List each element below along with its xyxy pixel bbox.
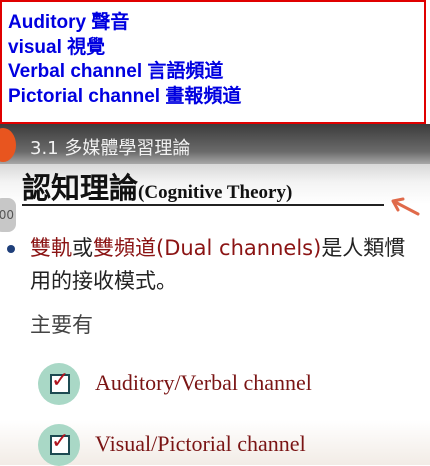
glossary-line-verbal: Verbal channel 言語頻道 — [8, 61, 224, 82]
slide-title: 認知理論(Cognitive Theory) — [22, 165, 292, 207]
glossary-line-visual: visual 視覺 — [8, 36, 106, 58]
side-chip: 00 — [0, 198, 16, 232]
glossary-line-auditory: Auditory 聲音 — [8, 12, 130, 33]
title-underline — [22, 204, 384, 206]
sub-label: 主要有 — [30, 313, 93, 337]
bullet-term-1: 雙軌 — [30, 236, 72, 260]
glossary-line-pictorial: Pictorial channel 畫報頻道 — [8, 85, 242, 107]
video-header: 3.1 多媒體學習理論 — [0, 124, 430, 164]
glossary-box: Auditory 聲音 visual 視覺 Verbal channel 言語頻… — [0, 0, 426, 124]
bullet-paren-open: ( — [156, 236, 165, 260]
bullet-term-2: 雙頻道 — [93, 236, 156, 260]
arrow-icon — [391, 197, 420, 216]
bullet-text: 雙軌或雙頻道(Dual channels)是人類慣用的接收模式。 — [30, 232, 422, 298]
bullet-dot — [7, 245, 15, 253]
bullet-term-en: Dual channels — [164, 236, 314, 260]
checkmark-icon: ✓ — [51, 429, 70, 454]
slide-title-en: (Cognitive Theory) — [138, 182, 293, 203]
slide-title-zh: 認知理論 — [22, 171, 139, 205]
section-title: 3.1 多媒體學習理論 — [30, 138, 191, 159]
check-label: Visual/Pictorial channel — [95, 431, 306, 456]
check-label: Auditory/Verbal channel — [95, 370, 312, 395]
checkmark-icon: ✓ — [51, 368, 70, 393]
bullet-conj: 或 — [72, 236, 93, 260]
